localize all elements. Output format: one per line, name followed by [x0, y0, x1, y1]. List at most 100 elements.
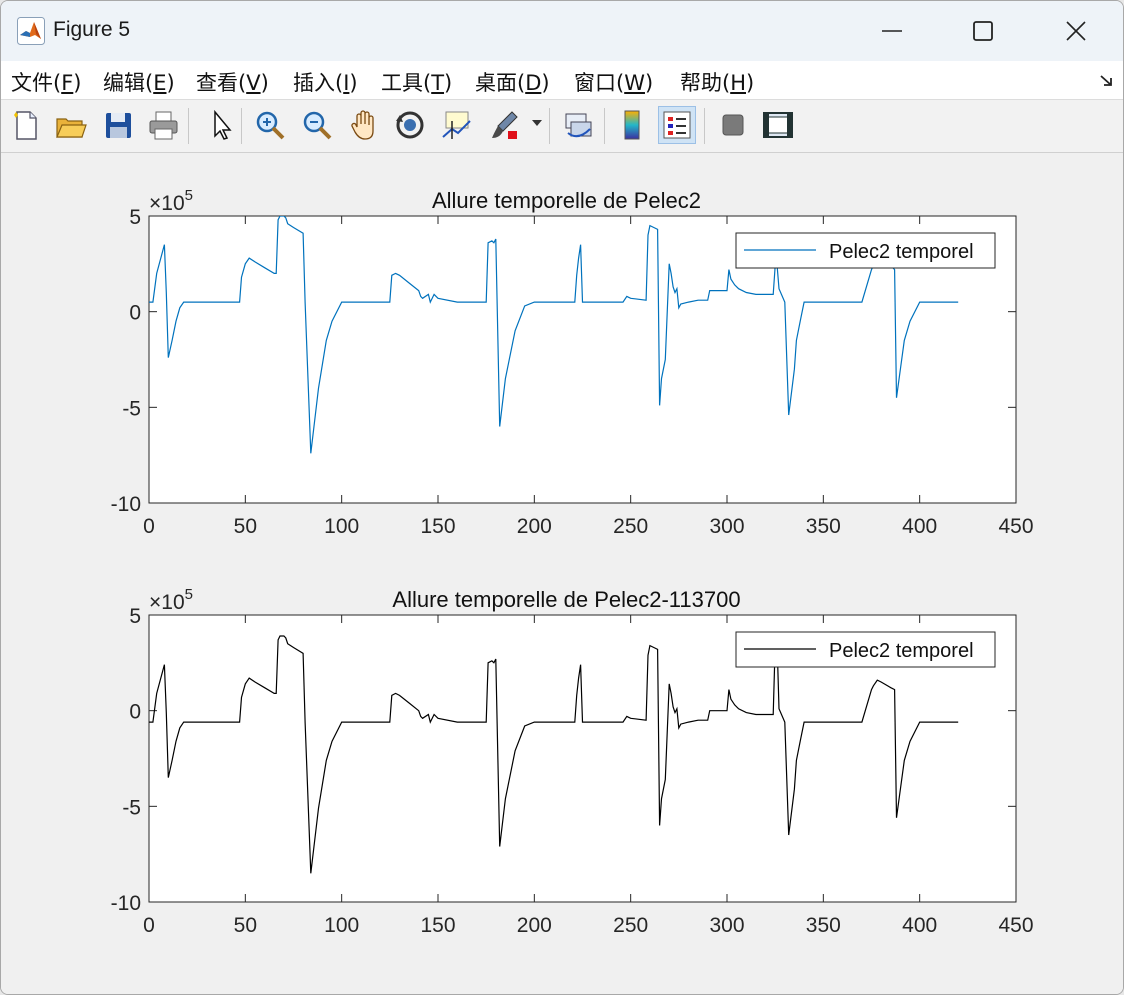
menu-accelerator: T: [431, 71, 445, 95]
menu-accelerator: V: [246, 71, 261, 95]
menu-item-0[interactable]: 文件(F): [7, 65, 86, 99]
x-tick-label: 50: [234, 914, 257, 937]
zoom-in-icon: [256, 111, 285, 140]
zoom-in-button[interactable]: [251, 106, 289, 144]
menu-accelerator: H: [730, 71, 746, 95]
menu-item-6[interactable]: 窗口(W): [570, 65, 657, 99]
new-file-button[interactable]: [7, 106, 45, 144]
close-icon: [1066, 21, 1086, 41]
exponent-base: ×10: [149, 591, 185, 614]
legend-label: Pelec2 temporel: [829, 640, 974, 662]
x-tick-label: 300: [709, 914, 744, 937]
maximize-icon: [973, 21, 993, 41]
y-axis-exponent: ×105: [149, 187, 193, 215]
subplot-2: 0 50 100 150 200 250 300 350 400 45050-5-10×105 Al…: [111, 586, 1034, 937]
colorbar-icon: [624, 110, 640, 140]
menu-label-post: ): [73, 71, 82, 95]
toolbar-separator: [704, 108, 705, 144]
minimize-button[interactable]: [845, 1, 939, 61]
pointer-button[interactable]: [201, 106, 239, 144]
close-button[interactable]: [1029, 1, 1123, 61]
menu-item-5[interactable]: 桌面(D): [471, 65, 554, 99]
save-button[interactable]: [99, 106, 137, 144]
x-tick-label: 400: [902, 515, 937, 538]
x-tick-label: 350: [806, 914, 841, 937]
pan-hand-icon: [351, 110, 374, 140]
x-tick-label: 200: [517, 914, 552, 937]
y-axis-exponent: ×105: [149, 586, 193, 614]
title-bar: Figure 5: [1, 1, 1123, 61]
y-tick-label: 0: [129, 701, 141, 724]
legend-icon: [663, 111, 691, 139]
legend-label: Pelec2 temporel: [829, 241, 974, 263]
menu-item-7[interactable]: 帮助(H): [676, 65, 758, 99]
show-plot-tools-button[interactable]: [759, 106, 797, 144]
menu-label-pre: 查看(: [196, 71, 247, 95]
toolbar-separator: [549, 108, 550, 144]
menu-accelerator: F: [61, 71, 74, 95]
x-tick-label: 100: [324, 914, 359, 937]
brush-button[interactable]: [485, 106, 523, 144]
pan-hand-button[interactable]: [346, 106, 384, 144]
menu-label-pre: 编辑(: [103, 71, 154, 95]
toolbar-separator: [188, 108, 189, 144]
show-plot-tools-icon: [763, 112, 793, 138]
data-cursor-button[interactable]: [437, 106, 475, 144]
colorbar-button[interactable]: [613, 106, 651, 144]
exponent-power: 5: [185, 586, 193, 603]
hide-plot-tools-button[interactable]: [714, 106, 752, 144]
x-tick-label: 0: [143, 515, 155, 538]
menu-item-3[interactable]: 插入(I): [289, 65, 362, 99]
x-tick-label: 0: [143, 914, 155, 937]
x-tick-label: 250: [613, 515, 648, 538]
brush-dropdown-icon[interactable]: [532, 120, 542, 126]
figure-window: Figure 5 文件(F) 编辑(E) 查看(V) 插入(I) 工具(T) 桌面(D) 窗…: [0, 0, 1124, 995]
y-tick-label: 0: [129, 302, 141, 325]
plots-svg: 0 50 100 150 200 250 300 350 400 45050-5-10×105 Al…: [111, 187, 1034, 937]
menu-label-pre: 桌面(: [475, 71, 526, 95]
menu-label-post: ): [746, 71, 755, 95]
data-cursor-icon: [442, 111, 471, 139]
zoom-out-button[interactable]: [298, 106, 336, 144]
link-plot-button[interactable]: [559, 106, 597, 144]
menu-label-pre: 帮助(: [680, 71, 731, 95]
menu-label-post: ): [349, 71, 358, 95]
zoom-out-icon: [303, 111, 332, 140]
maximize-button[interactable]: [936, 1, 1030, 61]
menu-label-post: ): [644, 71, 654, 95]
menu-item-1[interactable]: 编辑(E): [99, 65, 179, 99]
menu-label-post: ): [444, 71, 453, 95]
menu-label-post: ): [260, 71, 269, 95]
y-tick-label: 5: [129, 605, 141, 628]
menu-label-post: ): [541, 71, 550, 95]
print-button[interactable]: [144, 106, 182, 144]
rotate-3d-button[interactable]: [391, 106, 429, 144]
open-folder-button[interactable]: [51, 106, 89, 144]
menu-bar: 文件(F) 编辑(E) 查看(V) 插入(I) 工具(T) 桌面(D) 窗口(W) 帮助(H): [1, 61, 1123, 100]
exponent-power: 5: [185, 187, 193, 204]
window-title: Figure 5: [53, 18, 131, 41]
menu-item-4[interactable]: 工具(T): [377, 65, 456, 99]
minimize-icon: [882, 30, 902, 32]
dock-arrow-icon[interactable]: [1099, 73, 1115, 89]
save-icon: [106, 113, 131, 138]
y-tick-label: 5: [129, 206, 141, 229]
legend-button[interactable]: [658, 106, 696, 144]
y-tick-label: -5: [122, 397, 141, 420]
open-folder-icon: [56, 118, 87, 138]
figure-toolbar: [1, 100, 1123, 153]
x-tick-label: 450: [998, 914, 1033, 937]
x-tick-label: 150: [420, 914, 455, 937]
pointer-icon: [214, 109, 232, 140]
hide-plot-tools-icon: [722, 114, 744, 136]
y-tick-label: -10: [111, 493, 141, 516]
menu-accelerator: D: [525, 71, 542, 95]
menu-label-pre: 工具(: [381, 71, 432, 95]
brush-icon: [492, 111, 518, 139]
menu-accelerator: E: [153, 71, 167, 95]
y-tick-label: -10: [111, 892, 141, 915]
exponent-base: ×10: [149, 192, 185, 215]
matlab-logo-icon: [17, 17, 45, 45]
menu-item-2[interactable]: 查看(V): [192, 65, 273, 99]
x-tick-label: 50: [234, 515, 257, 538]
